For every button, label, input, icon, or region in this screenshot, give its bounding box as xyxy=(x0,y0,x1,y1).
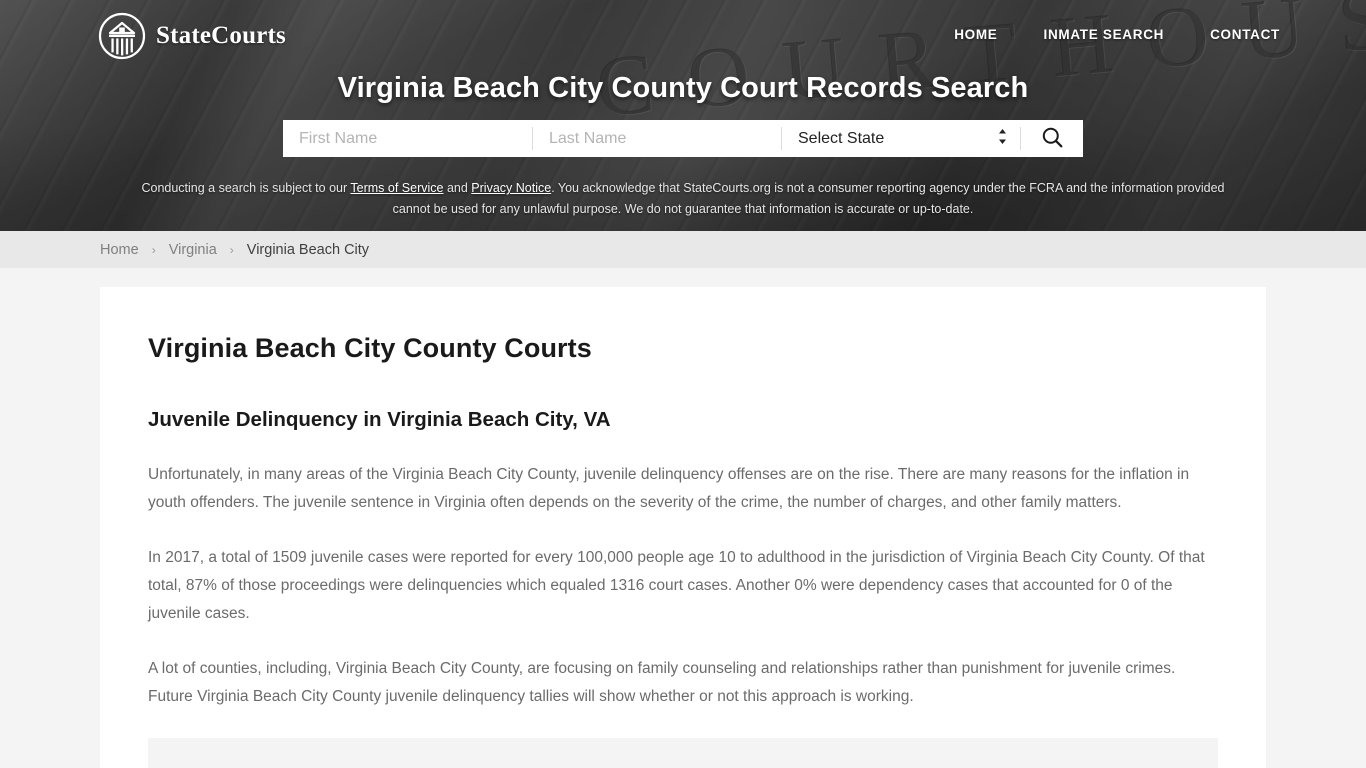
search-disclaimer: Conducting a search is subject to our Te… xyxy=(133,178,1233,220)
page-title: Virginia Beach City County Courts xyxy=(148,333,592,363)
main-navigation: HOME INMATE SEARCH CONTACT xyxy=(954,27,1280,42)
brand-logo-link[interactable]: StateCourts xyxy=(98,12,286,60)
breadcrumb-item-virginia[interactable]: Virginia xyxy=(169,242,217,258)
nav-item-home[interactable]: HOME xyxy=(954,27,997,42)
statistics-panel xyxy=(148,738,1218,768)
last-name-input[interactable] xyxy=(533,120,781,157)
content-paragraph-3: A lot of counties, including, Virginia B… xyxy=(148,660,1176,705)
records-search-form: Select State xyxy=(283,120,1083,157)
breadcrumb: Home › Virginia › Virginia Beach City xyxy=(100,242,369,258)
terms-of-service-link[interactable]: Terms of Service xyxy=(350,181,443,195)
nav-item-inmate-search[interactable]: INMATE SEARCH xyxy=(1044,27,1165,42)
brand-name: StateCourts xyxy=(156,22,286,49)
disclaimer-text-2: and xyxy=(443,181,472,195)
content-card: Virginia Beach City County Courts Juveni… xyxy=(100,287,1266,768)
breadcrumb-item-home[interactable]: Home xyxy=(100,242,139,258)
privacy-notice-link[interactable]: Privacy Notice xyxy=(471,181,551,195)
hero-title: Virginia Beach City County Court Records… xyxy=(337,72,1029,104)
state-select[interactable]: Select State xyxy=(782,120,1020,157)
content-paragraph-1: Unfortunately, in many areas of the Virg… xyxy=(148,466,1190,511)
courthouse-circle-icon xyxy=(98,12,146,60)
magnifier-icon xyxy=(1041,126,1064,152)
breadcrumb-bar: Home › Virginia › Virginia Beach City xyxy=(0,231,1366,268)
breadcrumb-separator-icon: › xyxy=(229,242,234,257)
site-header: COURTHOUSE StateCourts HOME xyxy=(0,0,1366,231)
breadcrumb-separator-icon: › xyxy=(151,242,156,257)
page-body: Virginia Beach City County Courts Juveni… xyxy=(0,268,1366,768)
breadcrumb-item-current: Virginia Beach City xyxy=(246,241,370,258)
first-name-input[interactable] xyxy=(283,120,532,157)
disclaimer-text-1: Conducting a search is subject to our xyxy=(141,181,351,195)
search-button[interactable] xyxy=(1021,120,1083,157)
nav-item-contact[interactable]: CONTACT xyxy=(1210,27,1280,42)
section-title: Juvenile Delinquency in Virginia Beach C… xyxy=(148,408,611,431)
content-paragraph-2: In 2017, a total of 1509 juvenile cases … xyxy=(148,549,1205,622)
